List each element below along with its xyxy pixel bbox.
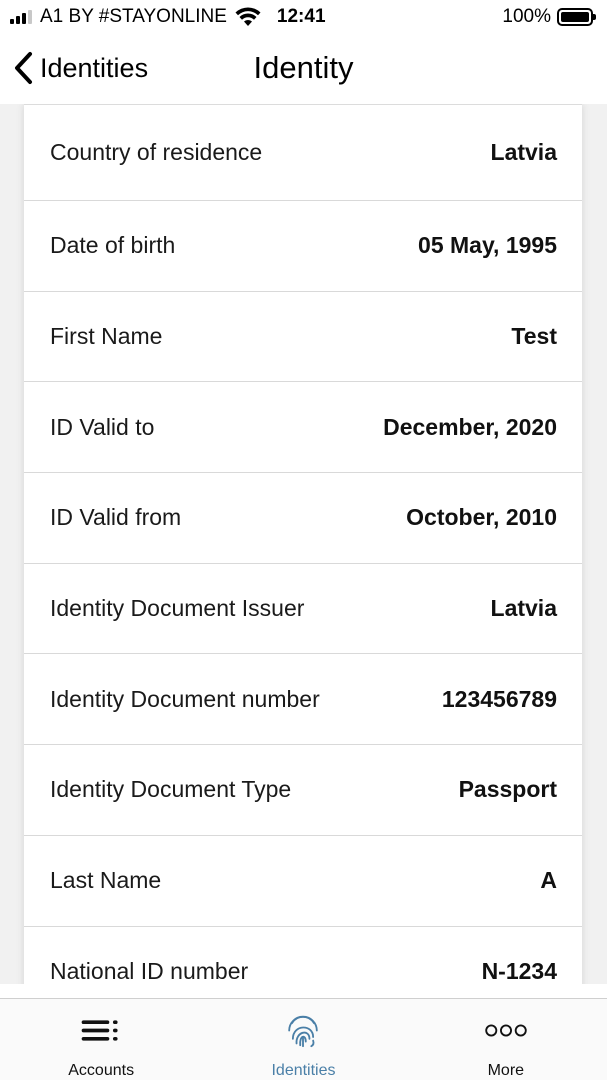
detail-row-document-number: Identity Document number 123456789 bbox=[24, 654, 582, 746]
detail-label: Country of residence bbox=[50, 139, 263, 165]
detail-row-first-name: First Name Test bbox=[24, 292, 582, 383]
tab-bar: Accounts Identities More bbox=[0, 998, 607, 1080]
detail-label: Identity Document Type bbox=[50, 776, 292, 803]
detail-value: A bbox=[540, 867, 557, 894]
detail-row-date-of-birth: Date of birth 05 May, 1995 bbox=[24, 201, 582, 292]
detail-value: Test bbox=[511, 323, 557, 350]
more-dots-icon bbox=[485, 1024, 527, 1037]
tab-accounts[interactable]: Accounts bbox=[0, 999, 202, 1080]
detail-label: ID Valid from bbox=[50, 504, 182, 531]
detail-label: Date of birth bbox=[50, 232, 176, 259]
tab-label: Identities bbox=[271, 1062, 336, 1079]
identity-details-scroll[interactable]: Country of residence Latvia Date of birt… bbox=[0, 104, 607, 984]
clock: 12:41 bbox=[276, 6, 326, 27]
detail-value: Latvia bbox=[490, 595, 557, 622]
detail-label: National ID number bbox=[50, 957, 249, 984]
detail-row-last-name: Last Name A bbox=[24, 836, 582, 927]
tab-label: More bbox=[487, 1062, 525, 1079]
detail-label: ID Valid to bbox=[50, 413, 155, 440]
identity-details-card: Country of residence Latvia Date of birt… bbox=[24, 104, 582, 984]
tab-label: Accounts bbox=[68, 1062, 135, 1079]
tab-more[interactable]: More bbox=[405, 999, 607, 1080]
detail-row-document-issuer: Identity Document Issuer Latvia bbox=[24, 564, 582, 655]
battery-icon bbox=[557, 8, 596, 26]
detail-value: Passport bbox=[458, 776, 557, 803]
detail-label: Last Name bbox=[50, 867, 162, 894]
detail-value: 123456789 bbox=[441, 685, 557, 712]
page-title-text: Identity bbox=[253, 50, 354, 85]
detail-row-document-type: Identity Document Type Passport bbox=[24, 745, 582, 836]
tab-identities[interactable]: Identities bbox=[202, 999, 404, 1080]
menu-icon bbox=[81, 1020, 118, 1041]
detail-value: N-1234 bbox=[481, 957, 557, 984]
status-bar: A1 BY #STAYONLINE 12:41 100% bbox=[0, 0, 607, 34]
detail-label: Identity Document number bbox=[50, 685, 320, 712]
detail-row-country-of-residence: Country of residence Latvia bbox=[24, 105, 582, 201]
detail-value: December, 2020 bbox=[383, 413, 557, 440]
battery-percent: 100% bbox=[502, 6, 551, 27]
phone-screen: A1 BY #STAYONLINE 12:41 100% Identities … bbox=[0, 0, 607, 1080]
detail-label: Identity Document Issuer bbox=[50, 595, 305, 622]
detail-value: 05 May, 1995 bbox=[418, 232, 557, 259]
detail-row-id-valid-from: ID Valid from October, 2010 bbox=[24, 473, 582, 564]
page-title: Identity bbox=[0, 50, 607, 86]
carrier-name: A1 BY #STAYONLINE bbox=[40, 6, 227, 27]
detail-value: October, 2010 bbox=[406, 504, 557, 531]
detail-value: Latvia bbox=[490, 139, 557, 165]
wifi-icon bbox=[235, 7, 261, 26]
detail-label: First Name bbox=[50, 323, 163, 350]
navigation-bar: Identities Identity bbox=[0, 34, 607, 104]
fingerprint-icon bbox=[288, 1015, 319, 1048]
detail-row-id-valid-to: ID Valid to December, 2020 bbox=[24, 382, 582, 474]
signal-strength-icon bbox=[10, 10, 32, 24]
detail-row-national-id-number: National ID number N-1234 bbox=[24, 927, 582, 985]
